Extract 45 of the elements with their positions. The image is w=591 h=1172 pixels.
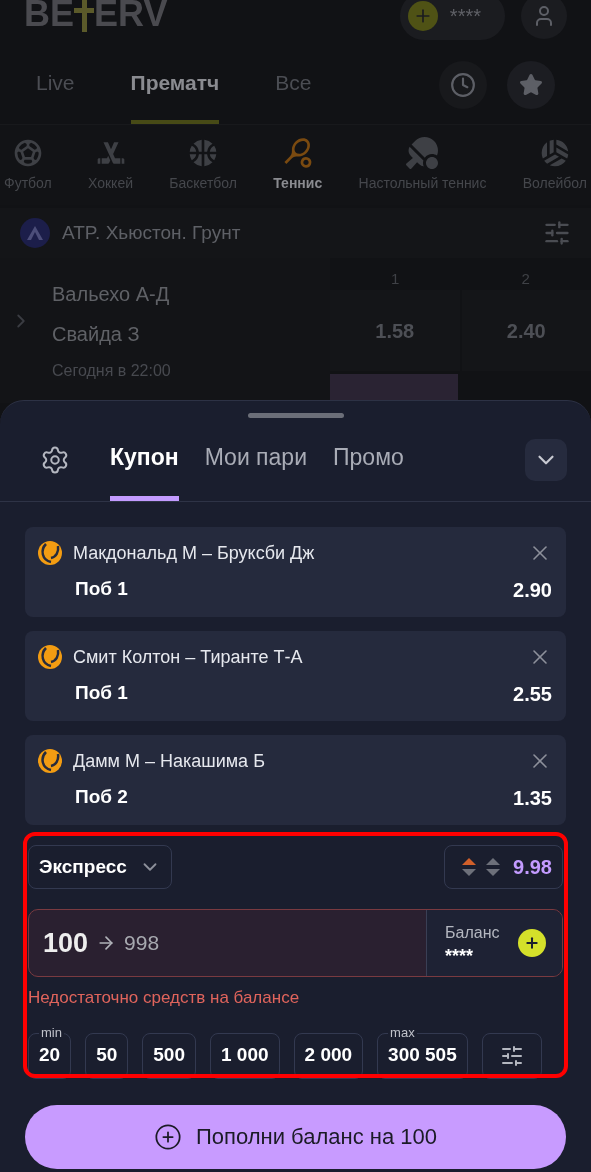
bet-type-dropdown[interactable]: Экспресс [28, 845, 172, 889]
total-odds: 9.98 [513, 855, 552, 880]
outcome-label: Поб 1 [75, 681, 128, 706]
match-time: Сегодня в 22:00 [52, 360, 172, 381]
coupon-tab[interactable]: Промо [333, 418, 404, 501]
outcome-label: Поб 2 [75, 785, 128, 810]
amount-chip[interactable]: 50 [85, 1032, 129, 1079]
odds-value: 2.90 [513, 577, 552, 603]
plus-circle-icon [154, 1122, 182, 1151]
payout-amount: 998 [124, 930, 160, 957]
stake-amount: 100 [43, 926, 89, 960]
amount-chip[interactable]: 500 [142, 1032, 196, 1079]
league-logo-icon [20, 218, 50, 248]
table-tennis-icon [406, 136, 439, 169]
balance-label: Баланс [445, 923, 500, 943]
coupon-tab[interactable]: Мои пари [204, 418, 307, 501]
coupon-tab[interactable]: Купон [110, 418, 179, 501]
cross-logo-icon [74, 0, 94, 32]
error-message: Недостаточно средств на балансе [28, 987, 301, 1009]
outcome-label: Поб 1 [75, 577, 128, 602]
balance-value: **** [445, 947, 475, 965]
league-title: ATP. Хьюстон. Грунт [62, 220, 241, 245]
settings-icon[interactable] [40, 444, 70, 475]
team-name: Свайда З [52, 321, 141, 347]
collapse-button[interactable] [525, 438, 567, 481]
amount-chip[interactable]: 1 000 [210, 1032, 280, 1079]
odds-value: 2.55 [513, 681, 552, 707]
stake-field[interactable]: 100 998 Баланс **** [28, 909, 563, 977]
event-name: Дамм М – Накашима Б [73, 749, 265, 773]
balance-value: **** [449, 4, 481, 29]
drag-handle[interactable] [247, 413, 344, 418]
user-icon[interactable] [521, 0, 567, 39]
sport-tab[interactable]: Теннис [273, 136, 323, 194]
event-name: Смит Колтон – Тиранте Т-А [73, 645, 303, 669]
logo-text: BE [24, 0, 74, 32]
amount-chip[interactable]: 2 000 [293, 1032, 364, 1079]
sliders-icon [499, 1043, 524, 1068]
settings-chip[interactable] [481, 1032, 542, 1079]
event-name: Макдональд М – Бруксби Дж [73, 541, 315, 565]
odds-value: 1.35 [513, 785, 552, 811]
team-name: Вальехо А-Д [52, 281, 171, 307]
logo-text: ERV [94, 0, 168, 32]
add-funds-icon[interactable] [518, 929, 546, 957]
top-up-button[interactable]: Пополни баланс на 100 [25, 1104, 566, 1169]
add-funds-icon [407, 1, 438, 31]
